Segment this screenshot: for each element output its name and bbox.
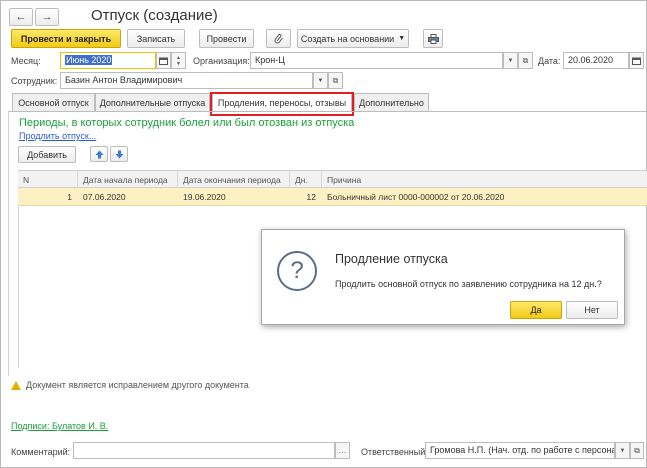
no-button[interactable]: Нет [566, 301, 618, 319]
cell-reason: Больничный лист 0000-000002 от 20.06.202… [327, 192, 505, 202]
dropdown-arrow-icon: ▼ [507, 57, 514, 64]
column-header-days[interactable]: Дн. [290, 171, 322, 188]
forward-arrow-icon: → [41, 11, 53, 23]
tab-additional[interactable]: Дополнительно [354, 93, 429, 111]
table-header: N Дата начала периода Дата окончания пер… [18, 170, 647, 188]
column-header-n[interactable]: N [18, 171, 78, 188]
organization-label: Организация: [193, 56, 250, 66]
tab-main-vacation[interactable]: Основной отпуск [12, 93, 95, 111]
ellipsis-icon: … [338, 446, 347, 455]
dropdown-arrow-icon: ▼ [619, 447, 626, 454]
post-and-close-button[interactable]: Провести и закрыть [11, 29, 121, 48]
extend-vacation-dialog: ? Продление отпуска Продлить основной от… [261, 229, 625, 325]
dropdown-arrow-icon: ▼ [398, 35, 406, 42]
responsible-label: Ответственный: [361, 447, 428, 457]
calendar-button[interactable] [156, 52, 171, 69]
signatures-link[interactable]: Подписи: Булатов И. В. [11, 421, 108, 431]
employee-open-button[interactable]: ⧉ [328, 72, 343, 89]
date-field[interactable]: 20.06.2020 [563, 52, 629, 69]
back-button[interactable]: ← [9, 8, 33, 26]
calendar-icon [159, 57, 168, 65]
month-value: Июнь 2020 [65, 55, 113, 65]
cell-n: 1 [67, 192, 72, 202]
create-based-on-button[interactable]: Создать на основании ▼ [297, 29, 409, 48]
employee-label: Сотрудник: [11, 76, 58, 86]
date-label: Дата: [538, 56, 561, 66]
employee-field[interactable]: Базин Антон Владимирович [60, 72, 313, 89]
comment-field[interactable] [73, 442, 335, 459]
link-icon: ⧉ [634, 445, 640, 455]
organization-field[interactable]: Крон-Ц [250, 52, 503, 69]
attach-button[interactable] [266, 29, 291, 48]
cell-days: 12 [306, 192, 316, 202]
organization-dropdown-button[interactable]: ▼ [503, 52, 518, 69]
create-based-on-label: Создать на основании [300, 33, 395, 44]
column-header-end-date[interactable]: Дата окончания периода [178, 171, 290, 188]
dialog-title: Продление отпуска [335, 252, 448, 266]
responsible-dropdown-button[interactable]: ▼ [615, 442, 630, 459]
dialog-message: Продлить основной отпуск по заявлению со… [335, 279, 602, 289]
responsible-open-button[interactable]: ⧉ [630, 442, 644, 459]
move-down-button[interactable] [110, 146, 128, 162]
back-arrow-icon: ← [15, 11, 27, 23]
extend-vacation-link[interactable]: Продлить отпуск... [19, 131, 96, 141]
paperclip-icon [274, 33, 283, 44]
add-button[interactable]: Добавить [18, 146, 76, 163]
cell-start-date: 07.06.2020 [83, 192, 126, 202]
cell-end-date: 19.06.2020 [183, 192, 226, 202]
column-header-reason[interactable]: Причина [322, 171, 647, 188]
arrow-down-icon [115, 150, 123, 158]
employee-dropdown-button[interactable]: ▼ [313, 72, 328, 89]
page-title: Отпуск (создание) [91, 7, 218, 24]
dropdown-arrow-icon: ▼ [317, 77, 324, 84]
correction-warning: Документ является исправлением другого д… [11, 380, 249, 390]
comment-expand-button[interactable]: … [335, 442, 350, 459]
date-calendar-button[interactable] [629, 52, 644, 69]
column-header-start-date[interactable]: Дата начала периода [78, 171, 178, 188]
question-icon: ? [277, 251, 317, 291]
responsible-field[interactable]: Громова Н.П. (Нач. отд. по работе с перс… [425, 442, 615, 459]
printer-icon [427, 33, 439, 44]
month-label: Месяц: [11, 56, 41, 66]
month-field[interactable]: Июнь 2020 [60, 52, 156, 69]
arrow-up-icon [95, 150, 103, 158]
organization-open-button[interactable]: ⧉ [518, 52, 533, 69]
warning-text: Документ является исправлением другого д… [26, 380, 249, 390]
save-button[interactable]: Записать [127, 29, 185, 48]
month-spinner[interactable]: ▲ ▼ [171, 52, 186, 69]
spin-down-icon: ▼ [176, 60, 181, 67]
move-up-button[interactable] [90, 146, 108, 162]
table-row[interactable]: 1 07.06.2020 19.06.2020 12 Больничный ли… [18, 188, 647, 206]
print-button[interactable] [423, 29, 443, 48]
calendar-icon [632, 57, 641, 65]
warning-icon [11, 380, 21, 390]
post-button[interactable]: Провести [199, 29, 254, 48]
link-icon: ⧉ [522, 55, 529, 65]
link-icon: ⧉ [332, 75, 339, 85]
periods-heading: Периоды, в которых сотрудник болел или б… [19, 117, 355, 129]
tab-additional-vacations[interactable]: Дополнительные отпуска [95, 93, 210, 111]
comment-label: Комментарий: [11, 447, 71, 457]
yes-button[interactable]: Да [510, 301, 562, 319]
forward-button[interactable]: → [35, 8, 59, 26]
